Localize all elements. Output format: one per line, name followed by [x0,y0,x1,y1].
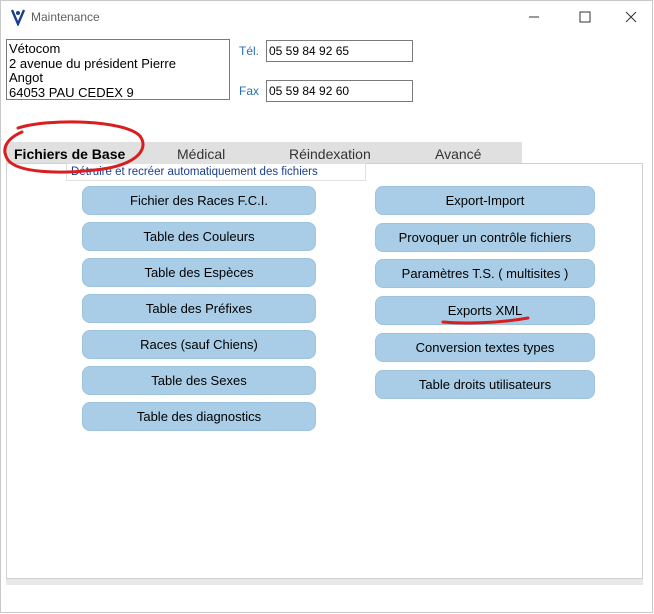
panel-footer [6,579,643,585]
window-title: Maintenance [31,10,100,24]
title-bar[interactable]: Maintenance [1,1,652,33]
controle-fichiers-button[interactable]: Provoquer un contrôle fichiers [375,223,595,252]
conversion-textes-button[interactable]: Conversion textes types [375,333,595,362]
app-logo-icon [10,9,26,26]
maximize-icon [579,11,591,23]
table-couleurs-button[interactable]: Table des Couleurs [82,222,316,251]
table-diagnostics-button[interactable]: Table des diagnostics [82,402,316,431]
export-import-button[interactable]: Export-Import [375,186,595,215]
close-icon [625,11,637,23]
maximize-button[interactable] [562,1,608,33]
parametres-ts-button[interactable]: Paramètres T.S. ( multisites ) [375,259,595,288]
address-line: 64053 PAU CEDEX 9 [9,84,134,100]
tab-avance[interactable]: Avancé [435,146,481,162]
minimize-icon [529,16,539,18]
panel-subtitle: Détruire et recréer automatiquement des … [66,163,366,181]
table-especes-button[interactable]: Table des Espèces [82,258,316,287]
races-fci-button[interactable]: Fichier des Races F.C.I. [82,186,316,215]
address-box[interactable]: Vétocom 2 avenue du président Pierre Ang… [6,39,230,100]
tel-label: Tél. [239,44,260,58]
tel-field[interactable]: 05 59 84 92 65 [266,40,413,62]
address-line: 2 avenue du président Pierre [9,55,176,71]
races-sauf-chiens-button[interactable]: Races (sauf Chiens) [82,330,316,359]
droits-utilisateurs-button[interactable]: Table droits utilisateurs [375,370,595,399]
exports-xml-button[interactable]: Exports XML [375,296,595,325]
tab-medical[interactable]: Médical [177,146,225,162]
minimize-button[interactable] [511,1,557,33]
table-sexes-button[interactable]: Table des Sexes [82,366,316,395]
table-prefixes-button[interactable]: Table des Préfixes [82,294,316,323]
tab-fichiers-de-base[interactable]: Fichiers de Base [14,146,125,162]
fax-label: Fax [239,84,260,98]
address-line: Vétocom [9,41,61,56]
tab-reindexation[interactable]: Réindexation [289,146,371,162]
fax-field[interactable]: 05 59 84 92 60 [266,80,413,102]
close-button[interactable] [608,1,654,33]
address-line: Angot [9,70,43,85]
